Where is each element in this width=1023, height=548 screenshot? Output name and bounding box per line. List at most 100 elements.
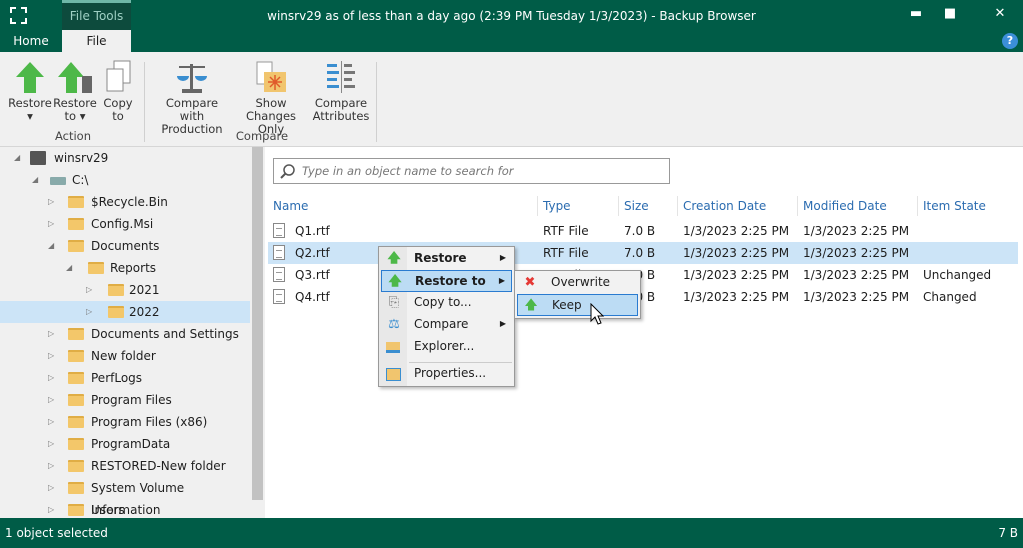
collapsed-arrow-icon[interactable]: ▷ [48, 433, 54, 455]
tree-item[interactable]: ▷ Users [0, 499, 250, 518]
collapsed-arrow-icon[interactable]: ▷ [48, 323, 54, 345]
tree-item-label: Documents and Settings [91, 327, 239, 341]
folder-icon [68, 438, 84, 450]
ribbon-separator [376, 62, 377, 142]
column-divider[interactable] [797, 196, 798, 216]
submenu-arrow-icon: ▶ [499, 253, 506, 262]
compare-with-production-button[interactable]: Compare with Production [152, 60, 232, 136]
drive-icon [50, 177, 66, 185]
tree-item[interactable]: ◢ Reports [0, 257, 250, 279]
collapsed-arrow-icon[interactable]: ▷ [86, 279, 92, 301]
expanded-arrow-icon[interactable]: ◢ [32, 169, 38, 191]
collapsed-arrow-icon[interactable]: ▷ [48, 455, 54, 477]
restore-to-button[interactable]: Restore to ▾ [53, 60, 97, 123]
collapsed-arrow-icon[interactable]: ▷ [48, 367, 54, 389]
tree-item[interactable]: ▷ Documents and Settings [0, 323, 250, 345]
restore-to-icon: 🡅 [388, 274, 402, 289]
column-header[interactable]: Type [543, 198, 571, 218]
collapsed-arrow-icon[interactable]: ▷ [48, 411, 54, 433]
ribbon-separator [144, 62, 145, 142]
column-header[interactable]: Modified Date [803, 198, 887, 218]
tree-item[interactable]: ▷ Program Files [0, 389, 250, 411]
copy-to-button[interactable]: Copy to [100, 60, 136, 123]
tree-item-label: RESTORED-New folder [91, 459, 226, 473]
tree-item[interactable]: ▷ ProgramData [0, 433, 250, 455]
tree-item[interactable]: ▷ 2021 [0, 279, 250, 301]
ribbon: Restore ▾ Restore to ▾ Copy to Action Compa… [0, 52, 1023, 147]
tree-item[interactable]: ◢ C:\ [0, 169, 250, 191]
expanded-arrow-icon[interactable]: ◢ [66, 257, 72, 279]
folder-icon [68, 482, 84, 494]
minimize-button[interactable]: ▬ [901, 6, 931, 21]
column-divider[interactable] [677, 196, 678, 216]
menu-item-copy-to[interactable]: ⎘ Copy to... [381, 292, 512, 314]
tree-item-label: Reports [110, 261, 157, 275]
tree-item[interactable]: ◢ winsrv29 [0, 147, 250, 169]
tree-scrollbar-thumb[interactable] [252, 147, 263, 500]
cell-modified: 1/3/2023 2:25 PM [803, 268, 910, 282]
search-input[interactable]: Type in an object name to search for [273, 158, 670, 184]
tree-item[interactable]: ◢ Documents [0, 235, 250, 257]
menu-item-properties[interactable]: Properties... [381, 363, 512, 385]
file-row[interactable]: Q1.rtf RTF File 7.0 B 1/3/2023 2:25 PM 1/3/2… [268, 220, 1018, 242]
mouse-cursor-icon [590, 303, 605, 325]
folder-icon [68, 372, 84, 384]
menu-item-explorer[interactable]: Explorer... [381, 336, 512, 358]
tree-item[interactable]: ▷ RESTORED-New folder [0, 455, 250, 477]
tree-item[interactable]: ▷ New folder [0, 345, 250, 367]
menu-item-keep[interactable]: 🡅 Keep [517, 294, 638, 316]
column-divider[interactable] [537, 196, 538, 216]
column-header[interactable]: Size [624, 198, 649, 218]
cell-state: Unchanged [923, 268, 992, 282]
tree-item[interactable]: ▷ Program Files (x86) [0, 411, 250, 433]
status-selection: 1 object selected [5, 526, 108, 540]
compare-attributes-button[interactable]: Compare Attributes [311, 60, 371, 123]
column-header[interactable]: Creation Date [683, 198, 766, 218]
folder-icon [386, 339, 402, 355]
expanded-arrow-icon[interactable]: ◢ [14, 147, 20, 169]
menu-label: Explorer... [414, 339, 475, 353]
expanded-arrow-icon[interactable]: ◢ [48, 235, 54, 257]
collapsed-arrow-icon[interactable]: ▷ [48, 345, 54, 367]
scales-icon [175, 60, 209, 94]
folder-icon [68, 504, 84, 516]
maximize-button[interactable]: ■ [935, 6, 965, 21]
column-header[interactable]: Item State [923, 198, 986, 218]
column-divider[interactable] [917, 196, 918, 216]
menu-label: Copy to... [414, 295, 472, 309]
tree-item-label: ProgramData [91, 437, 171, 451]
folder-icon [108, 306, 124, 318]
tree-item[interactable]: ▷ PerfLogs [0, 367, 250, 389]
collapsed-arrow-icon[interactable]: ▷ [48, 499, 54, 518]
tree-item[interactable]: ▷ System Volume Information [0, 477, 250, 517]
show-changes-only-button[interactable]: Show Changes Only [233, 60, 309, 136]
column-header[interactable]: Name [273, 198, 308, 218]
tree-item[interactable]: ▷ $Recycle.Bin [0, 191, 250, 213]
collapsed-arrow-icon[interactable]: ▷ [48, 191, 54, 213]
menu-item-restore[interactable]: 🡅 Restore ▶ [381, 248, 512, 270]
collapsed-arrow-icon[interactable]: ▷ [86, 301, 92, 323]
help-icon[interactable]: ? [1002, 33, 1018, 49]
search-icon [280, 164, 295, 179]
status-bar: 1 object selected 7 B [0, 518, 1023, 548]
collapsed-arrow-icon[interactable]: ▷ [48, 213, 54, 235]
rtf-file-icon [273, 223, 285, 238]
collapsed-arrow-icon[interactable]: ▷ [48, 389, 54, 411]
show-changes-icon [254, 60, 288, 94]
close-button[interactable]: ✕ [985, 6, 1015, 21]
cell-name: Q3.rtf [295, 268, 330, 282]
tree-item[interactable]: ▷ Config.Msi [0, 213, 250, 235]
menu-item-restore-to[interactable]: 🡅 Restore to ▶ [381, 270, 512, 292]
folder-icon [68, 394, 84, 406]
cell-modified: 1/3/2023 2:25 PM [803, 290, 910, 304]
tree-item[interactable]: ▷ 2022 [0, 301, 250, 323]
restore-button[interactable]: Restore ▾ [8, 60, 52, 123]
column-divider[interactable] [618, 196, 619, 216]
server-icon [30, 151, 46, 165]
tab-file[interactable]: File [62, 30, 131, 52]
menu-item-compare[interactable]: ⚖ Compare ▶ [381, 314, 512, 336]
tab-home[interactable]: Home [0, 30, 62, 52]
collapsed-arrow-icon[interactable]: ▷ [48, 477, 54, 499]
cell-modified: 1/3/2023 2:25 PM [803, 224, 910, 238]
menu-item-overwrite[interactable]: ✖ Overwrite [517, 272, 638, 294]
